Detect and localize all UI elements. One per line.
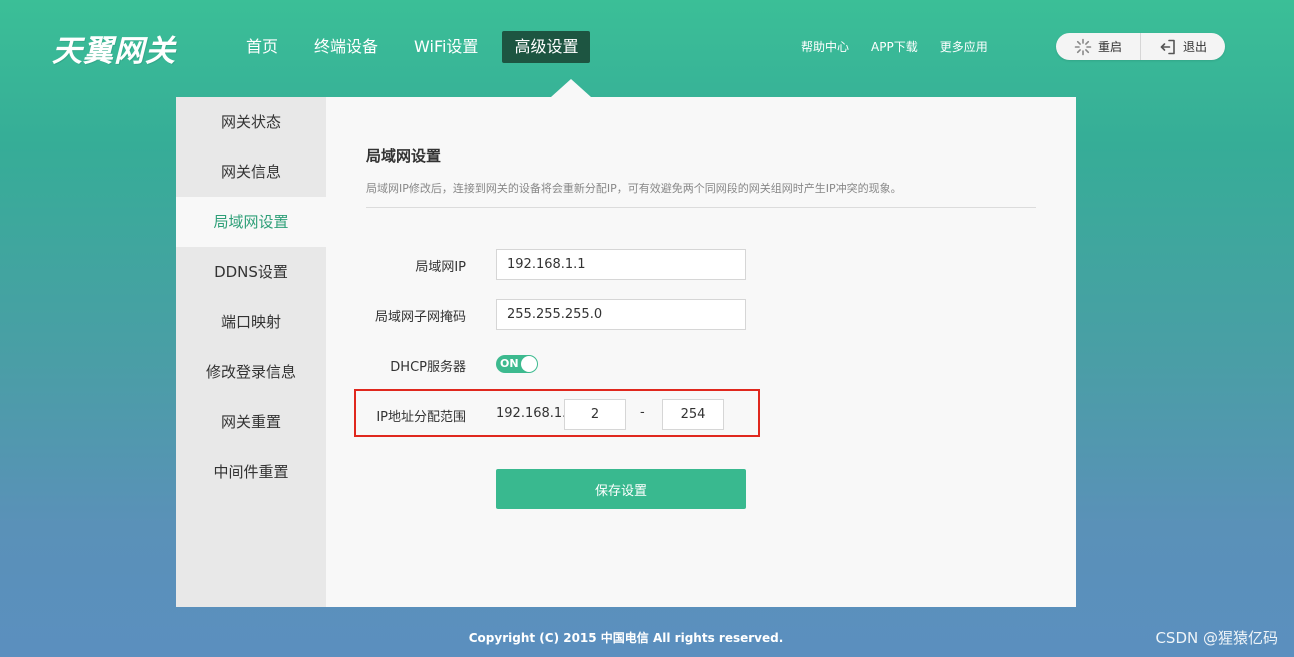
sidebar-item-gateway-status[interactable]: 网关状态 [176, 97, 326, 147]
footer-copyright: Copyright (C) 2015 中国电信 All rights reser… [468, 631, 784, 645]
page-title: 局域网设置 [366, 147, 442, 165]
subnet-mask-label: 局域网子网掩码 [374, 310, 466, 325]
logout-icon [1160, 39, 1175, 54]
top-links: 帮助中心 APP下载 更多应用 [790, 38, 999, 55]
restart-button[interactable]: 重启 [1056, 33, 1140, 60]
dhcp-toggle-knob [521, 356, 537, 372]
lan-ip-label: 局域网IP [415, 260, 466, 275]
nav-active-arrow [551, 79, 591, 97]
restart-icon [1074, 38, 1092, 55]
nav-item-wifi[interactable]: WiFi设置 [402, 31, 490, 63]
logo: 天翼网关 [52, 34, 176, 69]
sidebar-item-middleware-reset[interactable]: 中间件重置 [176, 447, 326, 497]
nav-item-home[interactable]: 首页 [234, 31, 290, 63]
settings-panel: 网关状态 网关信息 局域网设置 DDNS设置 端口映射 修改登录信息 网关重置 … [176, 97, 1076, 607]
sidebar-item-login-info[interactable]: 修改登录信息 [176, 347, 326, 397]
watermark: CSDN @猩猿亿码 [1155, 629, 1278, 647]
lan-ip-input[interactable] [496, 249, 746, 280]
action-group: 重启 退出 [1056, 33, 1225, 60]
ip-range-end-input[interactable] [662, 399, 724, 430]
sidebar-item-gateway-reset[interactable]: 网关重置 [176, 397, 326, 447]
sidebar-item-port-mapping[interactable]: 端口映射 [176, 297, 326, 347]
nav-item-advanced[interactable]: 高级设置 [502, 31, 591, 63]
divider [366, 207, 1036, 208]
sidebar-item-gateway-info[interactable]: 网关信息 [176, 147, 326, 197]
sidebar-item-lan-settings[interactable]: 局域网设置 [176, 197, 326, 247]
dhcp-toggle-state: ON [500, 357, 519, 370]
dhcp-label: DHCP服务器 [390, 360, 466, 375]
save-button[interactable]: 保存设置 [496, 469, 746, 509]
ip-range-label: IP地址分配范围 [376, 410, 466, 425]
subnet-mask-input[interactable] [496, 299, 746, 330]
help-link[interactable]: 帮助中心 [801, 38, 849, 55]
app-download-link[interactable]: APP下载 [871, 38, 918, 55]
nav-item-devices[interactable]: 终端设备 [302, 31, 390, 63]
ip-range-start-input[interactable] [564, 399, 626, 430]
logout-button[interactable]: 退出 [1140, 33, 1225, 60]
ip-range-prefix: 192.168.1. [496, 406, 567, 421]
main-nav: 首页 终端设备 WiFi设置 高级设置 [234, 31, 602, 63]
more-apps-link[interactable]: 更多应用 [940, 38, 988, 55]
page-description: 局域网IP修改后，连接到网关的设备将会重新分配IP，可有效避免两个同网段的网关组… [366, 182, 902, 195]
restart-label: 重启 [1097, 40, 1122, 54]
ip-range-separator: - [640, 405, 645, 420]
logout-label: 退出 [1182, 40, 1207, 54]
sidebar-item-ddns[interactable]: DDNS设置 [176, 247, 326, 297]
sidebar: 网关状态 网关信息 局域网设置 DDNS设置 端口映射 修改登录信息 网关重置 … [176, 97, 326, 607]
dhcp-toggle[interactable]: ON [496, 355, 538, 373]
